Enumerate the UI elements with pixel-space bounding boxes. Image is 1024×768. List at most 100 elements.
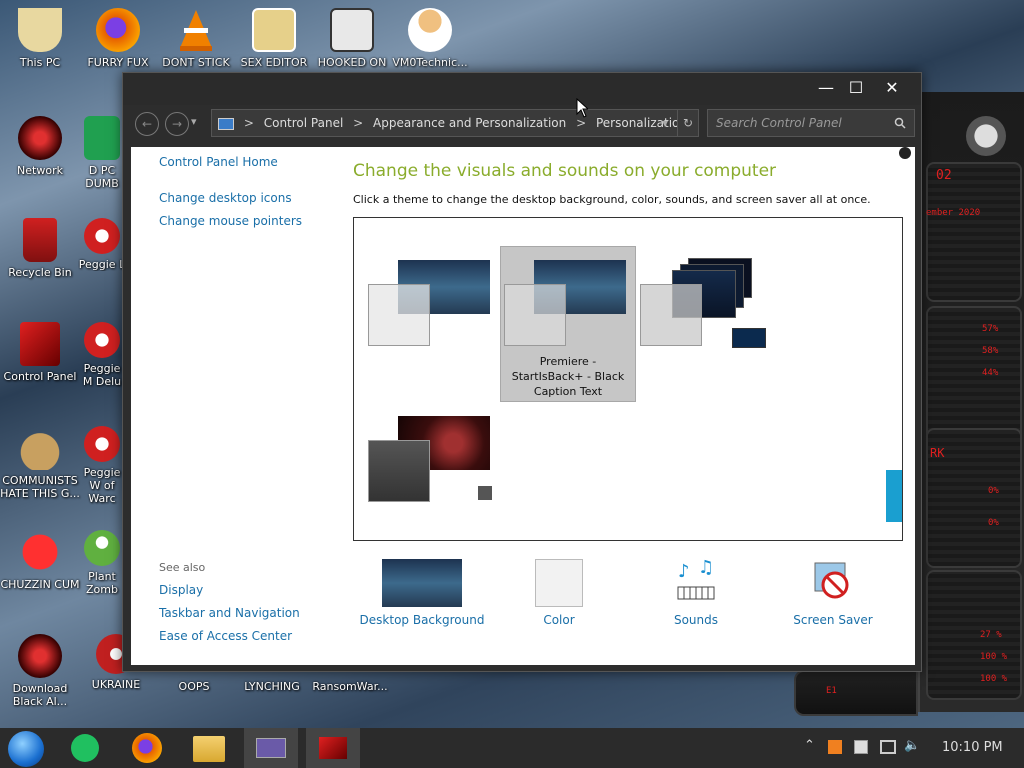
green-app-icon: [84, 116, 120, 160]
theme-selected-preview: [504, 260, 628, 350]
see-also-heading: See also: [159, 561, 206, 574]
recycle-bin-icon: [23, 218, 57, 262]
action-center-icon[interactable]: [854, 740, 868, 754]
content-pane: Control Panel Home Change desktop icons …: [131, 147, 915, 665]
vlc-cone-icon: [174, 8, 218, 52]
desktop-icon-this-pc[interactable]: This PC: [0, 8, 80, 69]
hook-icon: [330, 8, 374, 52]
widget-panel-4: 27 % 100 % 100 %: [926, 570, 1022, 700]
taskbar-navigation-link[interactable]: Taskbar and Navigation: [159, 606, 300, 620]
forward-button[interactable]: →: [165, 112, 189, 136]
notes-icon: [71, 734, 99, 762]
change-mouse-pointers-link[interactable]: Change mouse pointers: [159, 214, 302, 228]
volume-icon[interactable]: 🔈: [904, 738, 920, 753]
peggie-icon: [84, 426, 120, 462]
desktop-icon-download-black[interactable]: Download Black Al...: [0, 634, 80, 708]
breadcrumb-personalization[interactable]: Personalization: [596, 116, 687, 130]
ease-of-access-link[interactable]: Ease of Access Center: [159, 629, 292, 643]
screen-saver-icon: [809, 559, 857, 607]
firefox-icon: [96, 8, 140, 52]
taskbar-file-explorer[interactable]: [182, 728, 236, 768]
desktop-icon-peggie-w[interactable]: Peggie W of Warc: [78, 426, 126, 505]
desktop-icon-lynching[interactable]: LYNCHING: [232, 680, 312, 693]
theme-gallery-scrollbar[interactable]: [886, 470, 902, 522]
address-dropdown-icon[interactable]: ▾: [662, 110, 668, 136]
change-desktop-icons-link[interactable]: Change desktop icons: [159, 191, 292, 205]
control-panel-icon: [218, 117, 234, 130]
theme-gallery[interactable]: Premiere - StartIsBack+ - Black Caption …: [353, 217, 903, 541]
hxd-icon: [252, 8, 296, 52]
color-swatch-icon: [535, 559, 583, 607]
breadcrumb-appearance[interactable]: Appearance and Personalization: [373, 116, 566, 130]
desktop-icon-oops[interactable]: OOPS: [154, 680, 234, 693]
recent-pages-dropdown[interactable]: ▾: [191, 115, 197, 128]
app-window-icon: [256, 738, 286, 758]
desktop-icon-hooked-on[interactable]: HOOKED ON: [312, 8, 392, 69]
display-link[interactable]: Display: [159, 583, 203, 597]
color-option[interactable]: Color: [519, 559, 599, 627]
back-button[interactable]: ←: [135, 112, 159, 136]
control-panel-icon: [20, 322, 60, 366]
close-button[interactable]: ✕: [875, 75, 909, 101]
theme-color-swatch: [368, 284, 430, 346]
mouse-cursor-icon: [576, 98, 588, 118]
refresh-button[interactable]: ↻: [677, 109, 699, 137]
theme-item[interactable]: [640, 258, 780, 350]
personalization-window: — ☐ ✕ ← → ▾ > Control Panel > Appearance…: [122, 72, 922, 672]
desktop-icon-peggie-l[interactable]: Peggie L: [78, 218, 126, 271]
peggie-icon: [84, 218, 120, 254]
desktop-icon-communists[interactable]: COMMUNISTS HATE THIS G...: [0, 426, 80, 500]
control-panel-home-link[interactable]: Control Panel Home: [159, 155, 278, 169]
minimize-button[interactable]: —: [809, 75, 843, 101]
search-icon: [894, 117, 906, 129]
start-button[interactable]: [0, 728, 54, 768]
folder-bird-icon: [18, 8, 62, 52]
network-icon[interactable]: [880, 740, 896, 754]
taskbar-control-panel[interactable]: [306, 728, 360, 768]
theme-item[interactable]: [368, 260, 492, 350]
desktop-icon-sex-editor[interactable]: SEX EDITOR: [234, 8, 314, 69]
screen-saver-option[interactable]: Screen Saver: [787, 559, 879, 627]
theme-item[interactable]: [368, 416, 508, 508]
desktop-background-option[interactable]: Desktop Background: [359, 559, 485, 627]
desktop-icon-recycle-bin[interactable]: Recycle Bin: [0, 218, 80, 279]
window-titlebar[interactable]: — ☐ ✕: [123, 73, 921, 105]
sounds-option[interactable]: ♪ ♫ Sounds: [653, 557, 739, 627]
desktop-icon-peggie-m[interactable]: Peggie M Delu: [78, 322, 126, 388]
control-panel-icon: [319, 737, 347, 759]
help-icon[interactable]: [899, 147, 911, 159]
desktop-icon-dont-stick[interactable]: DONT STICK: [156, 8, 236, 69]
taskbar-app-window[interactable]: [244, 728, 298, 768]
desktop-icon-network[interactable]: Network: [0, 116, 80, 177]
taskbar-clock[interactable]: 10:10 PM: [942, 740, 1003, 755]
money-bag-icon: [18, 426, 62, 470]
show-hidden-icons-button[interactable]: ⌃: [804, 738, 815, 753]
desktop-icon-furry-fux[interactable]: FURRY FUX: [78, 8, 158, 69]
doctor-icon: [408, 8, 452, 52]
theme-color-swatch: [640, 284, 702, 346]
theme-color-swatch: [504, 284, 566, 346]
svg-text:♪: ♪: [678, 561, 690, 582]
desktop-icon-d-pc-dumb[interactable]: D PC DUMB: [78, 116, 126, 190]
theme-color-swatch: [368, 440, 430, 502]
sounds-icon: ♪ ♫: [672, 557, 720, 607]
breadcrumb-control-panel[interactable]: Control Panel: [264, 116, 344, 130]
breadcrumb[interactable]: > Control Panel > Appearance and Persona…: [211, 109, 687, 137]
desktop-icon-ransomware[interactable]: RansomWar...: [310, 680, 390, 693]
taskbar-firefox[interactable]: [120, 728, 174, 768]
desktop-icon-control-panel[interactable]: Control Panel: [0, 322, 80, 383]
taskbar: ⌃ 🔈 10:10 PM: [0, 728, 1024, 768]
peggie-icon: [84, 322, 120, 358]
taskbar-notes[interactable]: [58, 728, 112, 768]
plant-icon: [84, 530, 120, 566]
desktop-icon-chuzzin[interactable]: CHUZZIN CUM: [0, 530, 80, 591]
desktop-icon-vm0technic[interactable]: VM0Technic...: [390, 8, 470, 69]
address-bar: ← → ▾ > Control Panel > Appearance and P…: [131, 109, 915, 139]
maximize-button[interactable]: ☐: [839, 75, 873, 101]
monitor-icon: [732, 328, 766, 348]
alien-logo-icon: [966, 116, 1006, 156]
search-input[interactable]: Search Control Panel: [707, 109, 915, 137]
tray-app-icon[interactable]: [828, 740, 842, 754]
page-description: Click a theme to change the desktop back…: [353, 193, 871, 206]
desktop-icon-plant-zomb[interactable]: Plant Zomb: [78, 530, 126, 596]
